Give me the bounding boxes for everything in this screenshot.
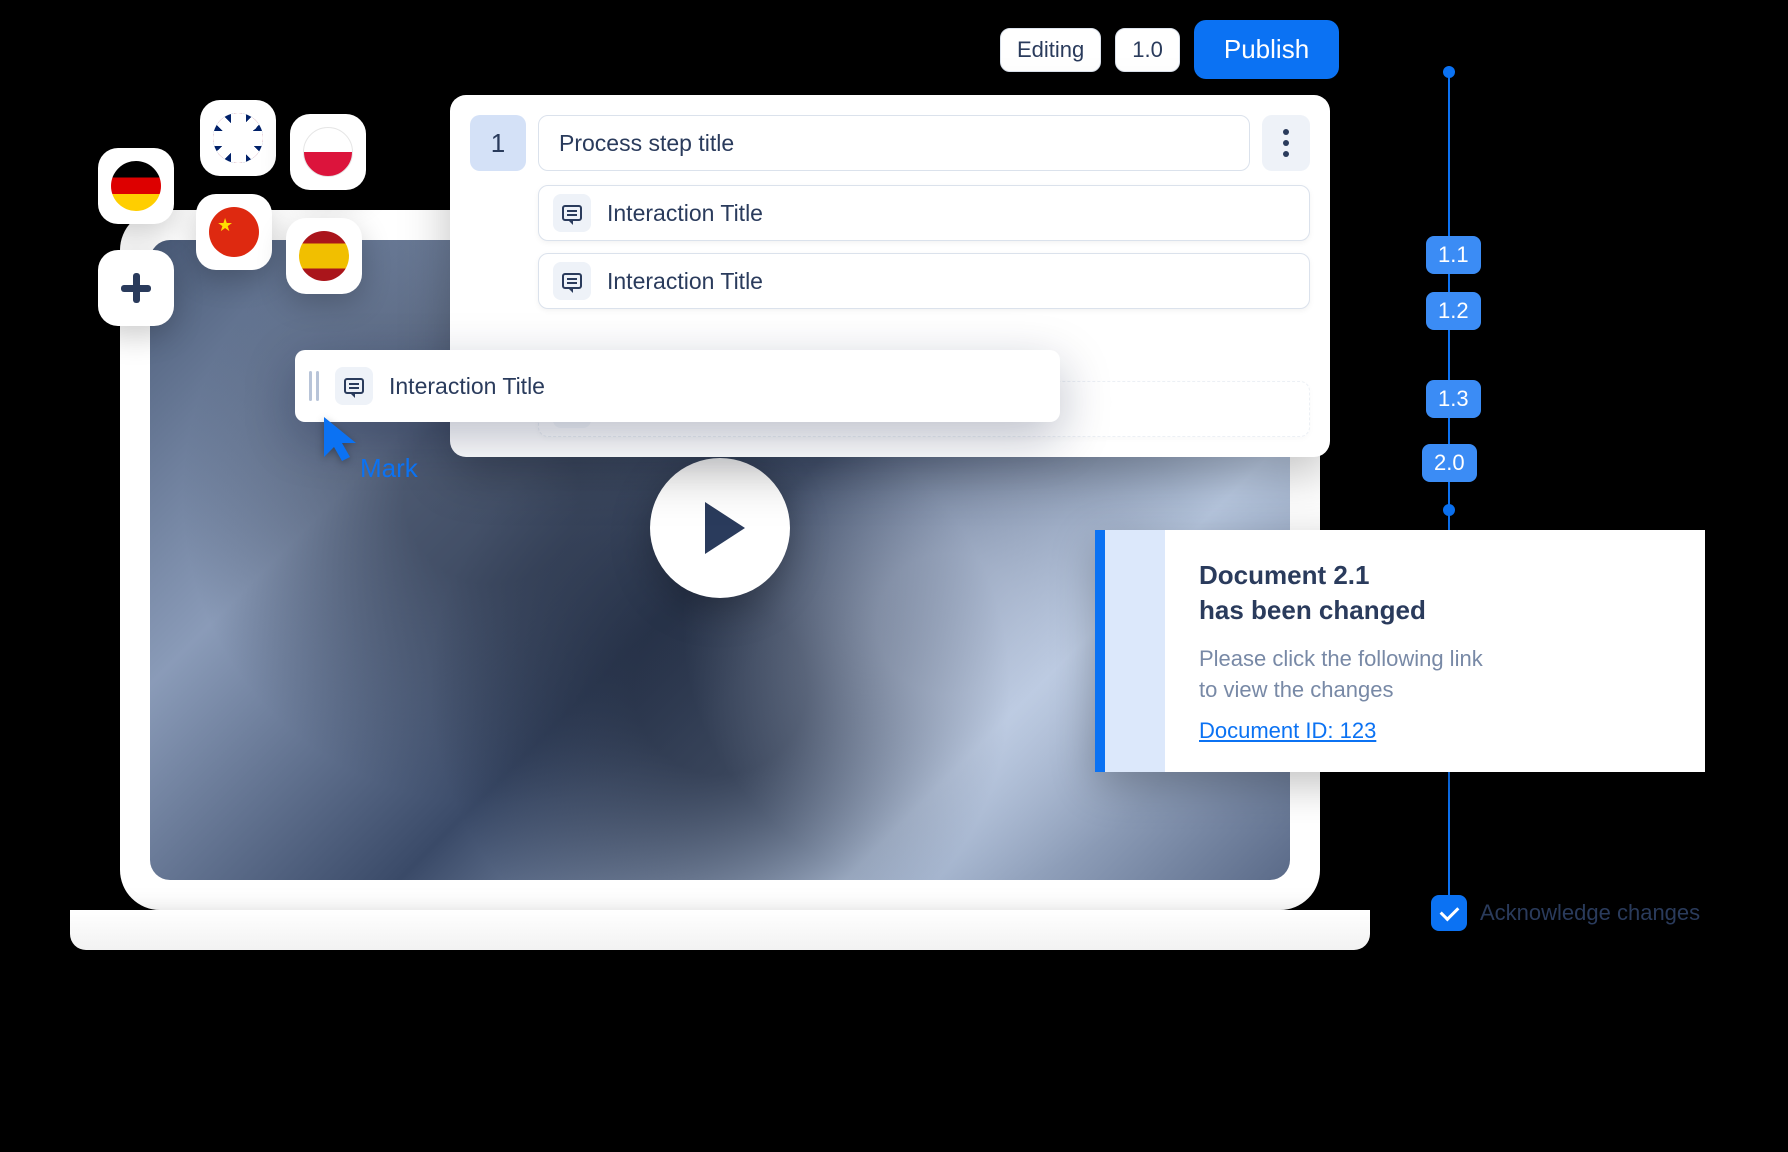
status-chip: Editing <box>1000 28 1101 72</box>
version-badge[interactable]: 1.1 <box>1426 236 1481 274</box>
notification-title: Document 2.1 has been changed <box>1199 558 1483 628</box>
interaction-label: Interaction Title <box>607 268 763 295</box>
step-title-input[interactable]: Process step title <box>538 115 1250 171</box>
step-number: 1 <box>470 115 526 171</box>
version-badge[interactable]: 1.2 <box>1426 292 1481 330</box>
collaborator-cursor: Mark <box>320 415 360 468</box>
timeline-line <box>1448 70 1450 920</box>
chat-icon <box>553 262 591 300</box>
acknowledge-checkbox[interactable] <box>1431 895 1467 931</box>
step-header-row: 1 Process step title <box>470 115 1310 171</box>
flag-uk[interactable] <box>200 100 276 176</box>
play-icon <box>705 502 745 554</box>
timeline-dot <box>1443 66 1455 78</box>
plus-icon <box>121 273 151 303</box>
add-language-button[interactable] <box>98 250 174 326</box>
drag-handle-icon[interactable] <box>309 371 319 401</box>
interaction-item[interactable]: Interaction Title <box>538 185 1310 241</box>
interaction-label: Interaction Title <box>389 373 545 400</box>
timeline-dot <box>1443 504 1455 516</box>
top-status-bar: Editing 1.0 Publish <box>1000 20 1339 79</box>
notification-text: Please click the following link to view … <box>1199 644 1483 706</box>
chat-icon <box>553 194 591 232</box>
interaction-item[interactable]: Interaction Title <box>538 253 1310 309</box>
chat-icon <box>335 367 373 405</box>
change-notification: Document 2.1 has been changed Please cli… <box>1095 530 1705 772</box>
version-badge[interactable]: 1.3 <box>1426 380 1481 418</box>
notification-accent <box>1105 530 1165 772</box>
cursor-user-label: Mark <box>360 453 418 484</box>
laptop-base <box>70 910 1370 950</box>
notification-body: Document 2.1 has been changed Please cli… <box>1165 530 1517 772</box>
version-badge[interactable]: 2.0 <box>1422 444 1477 482</box>
flag-cn[interactable] <box>196 194 272 270</box>
flag-es[interactable] <box>286 218 362 294</box>
cursor-icon <box>320 415 360 463</box>
acknowledge-label: Acknowledge changes <box>1480 900 1700 926</box>
dragging-interaction[interactable]: Interaction Title <box>295 350 1060 422</box>
play-button[interactable] <box>650 458 790 598</box>
flag-pl[interactable] <box>290 114 366 190</box>
interaction-label: Interaction Title <box>607 200 763 227</box>
version-chip: 1.0 <box>1115 28 1180 72</box>
flag-de[interactable] <box>98 148 174 224</box>
step-menu-button[interactable] <box>1262 115 1310 171</box>
document-link[interactable]: Document ID: 123 <box>1199 718 1376 743</box>
publish-button[interactable]: Publish <box>1194 20 1339 79</box>
